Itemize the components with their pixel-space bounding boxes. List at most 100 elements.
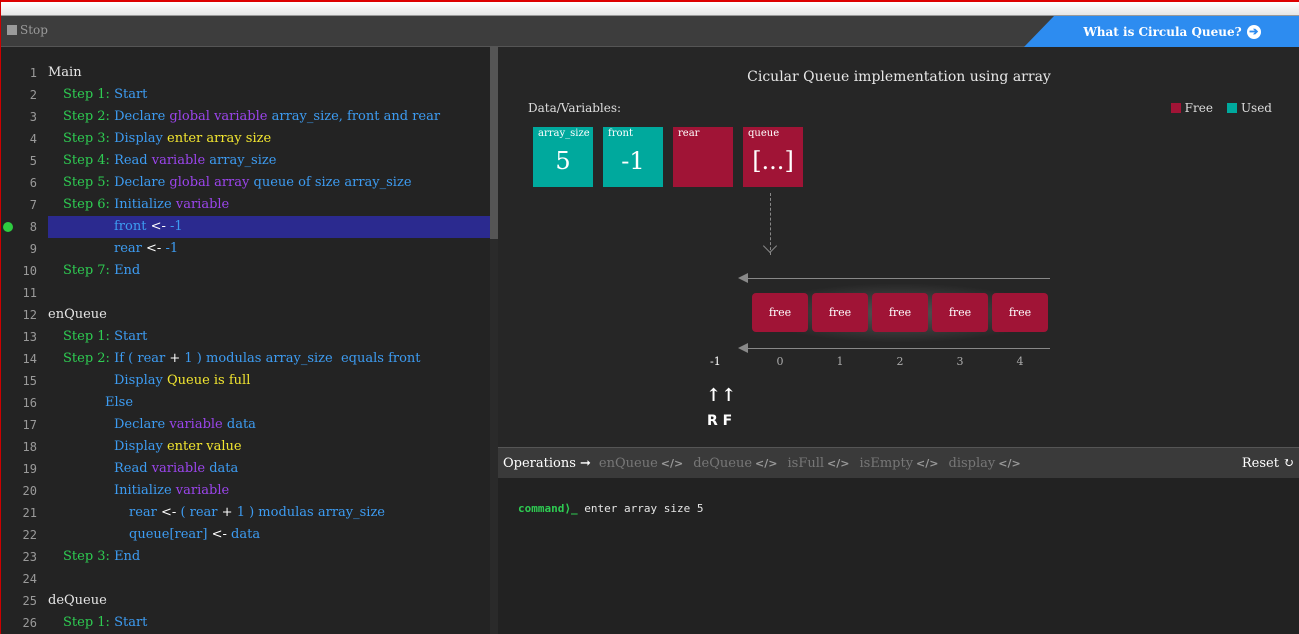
code-token: enQueue: [48, 307, 107, 322]
line-text: Else: [48, 392, 490, 414]
variable-name: front: [608, 128, 633, 139]
operation-deQueue[interactable]: deQueue </>: [693, 456, 777, 471]
code-token: Step 4:: [63, 153, 115, 168]
code-token: rear: [137, 351, 170, 366]
code-line[interactable]: 2 Step 1: Start: [1, 84, 490, 106]
code-token: rear: [114, 241, 147, 256]
line-text: Step 1: Start: [48, 84, 490, 106]
code-scrollbar[interactable]: [490, 47, 498, 634]
code-line[interactable]: 24: [1, 568, 490, 590]
line-text: enQueue: [48, 304, 490, 326]
code-line[interactable]: 11: [1, 282, 490, 304]
code-token: +: [169, 351, 185, 366]
code-token: Main: [48, 65, 82, 80]
line-number: 19: [22, 462, 37, 476]
code-line[interactable]: 6 Step 5: Declare global array queue of s…: [1, 172, 490, 194]
code-line[interactable]: 18 Display enter value: [1, 436, 490, 458]
code-line[interactable]: 4 Step 3: Display enter array size: [1, 128, 490, 150]
code-line[interactable]: 10 Step 7: End: [1, 260, 490, 282]
code-line[interactable]: 16 Else: [1, 392, 490, 414]
code-icon: </>: [916, 456, 939, 470]
reset-button[interactable]: Reset ↻: [1242, 456, 1294, 471]
line-number: 17: [22, 418, 37, 432]
code-line[interactable]: 1 Main: [1, 62, 490, 84]
code-line[interactable]: 3 Step 2: Declare global variable array_s…: [1, 106, 490, 128]
variable-value: 5: [555, 147, 571, 175]
code-line[interactable]: 17 Declare variable data: [1, 414, 490, 436]
code-token: global array: [169, 175, 254, 190]
browser-bar: [1, 0, 1299, 16]
code-token: Display: [114, 131, 168, 146]
line-number: 20: [22, 484, 37, 498]
line-text: Step 3: End: [48, 546, 490, 568]
line-number: 2: [29, 88, 37, 102]
operation-label: deQueue: [693, 455, 753, 471]
code-token: data: [209, 461, 239, 476]
variable-box: front -1: [603, 127, 663, 187]
code-line[interactable]: 22 queue[rear] <- data: [1, 524, 490, 546]
code-token: Declare: [114, 175, 170, 190]
operation-display[interactable]: display </>: [949, 456, 1021, 471]
variable-name: rear: [678, 128, 700, 139]
variable-name: queue: [748, 128, 780, 139]
queue-cell: free: [812, 293, 868, 332]
line-text: Initialize variable: [48, 480, 490, 502]
variable-name: array_size: [538, 128, 590, 139]
operation-enQueue[interactable]: enQueue </>: [599, 456, 683, 471]
code-line[interactable]: 19 Read variable data: [1, 458, 490, 480]
code-line[interactable]: 7 Step 6: Initialize variable: [1, 194, 490, 216]
code-line[interactable]: 14 Step 2: If ( rear + 1 ) modulas array_…: [1, 348, 490, 370]
line-number: 24: [22, 572, 37, 586]
scrollbar-thumb[interactable]: [490, 47, 498, 239]
code-token: End: [114, 263, 141, 278]
line-text: deQueue: [48, 590, 490, 612]
code-line[interactable]: 21 rear <- ( rear + 1 ) modulas array_siz…: [1, 502, 490, 524]
terminal: command⟩_ enter array size 5: [498, 478, 1299, 634]
stop-label: Stop: [20, 23, 48, 37]
code-line[interactable]: 15 Display Queue is full: [1, 370, 490, 392]
code-token: queue[rear]: [129, 527, 212, 542]
legend-swatch: [1226, 103, 1237, 113]
pointer-labels: R F: [707, 413, 733, 429]
code-line[interactable]: 13 Step 1: Start: [1, 326, 490, 348]
code-token: ( rear: [180, 505, 222, 520]
operation-isFull[interactable]: isFull </>: [788, 456, 850, 471]
queue-cell: free: [992, 293, 1048, 332]
line-text: rear <- -1: [48, 238, 490, 260]
code-token: Initialize: [114, 483, 176, 498]
code-token: Step 3:: [63, 549, 115, 564]
code-line[interactable]: 23 Step 3: End: [1, 546, 490, 568]
code-token: array_size: [209, 153, 277, 168]
line-number: 18: [22, 440, 37, 454]
line-number: 12: [22, 308, 37, 322]
what-is-circular-queue-button[interactable]: What is Circula Queue? ➔: [1024, 16, 1299, 47]
line-number: 7: [29, 198, 37, 212]
operation-isEmpty[interactable]: isEmpty </>: [860, 456, 939, 471]
terminal-prompt: command⟩_: [518, 502, 578, 515]
code-editor: 1 Main 2 Step 1: Start 3 Step 2: Declare glob…: [1, 47, 490, 634]
code-line[interactable]: 26 Step 1: Start: [1, 612, 490, 634]
code-token: Declare: [114, 109, 170, 124]
visualization-title: Cicular Queue implementation using array: [747, 69, 1051, 85]
code-token: Initialize: [114, 197, 176, 212]
line-text: Declare variable data: [48, 414, 490, 436]
cell-index: 0: [776, 355, 784, 368]
line-text: Step 5: Declare global array queue of si…: [48, 172, 490, 194]
code-token: global variable: [169, 109, 272, 124]
stop-button[interactable]: Stop: [7, 23, 48, 37]
line-number: 22: [22, 528, 37, 542]
code-line[interactable]: 9 rear <- -1: [1, 238, 490, 260]
code-line[interactable]: 5 Step 4: Read variable array_size: [1, 150, 490, 172]
legend: Free Used: [1170, 101, 1272, 115]
code-token: -1: [165, 241, 179, 256]
code-token: Step 1:: [63, 87, 115, 102]
cell-index: 1: [836, 355, 844, 368]
code-line[interactable]: 20 Initialize variable: [1, 480, 490, 502]
code-token: Start: [114, 329, 148, 344]
line-number: 5: [29, 154, 37, 168]
code-line[interactable]: 12 enQueue: [1, 304, 490, 326]
line-number: 4: [29, 132, 37, 146]
code-line[interactable]: 8 front <- -1: [1, 216, 490, 238]
code-line[interactable]: 25 deQueue: [1, 590, 490, 612]
code-token: Queue is full: [166, 373, 251, 388]
